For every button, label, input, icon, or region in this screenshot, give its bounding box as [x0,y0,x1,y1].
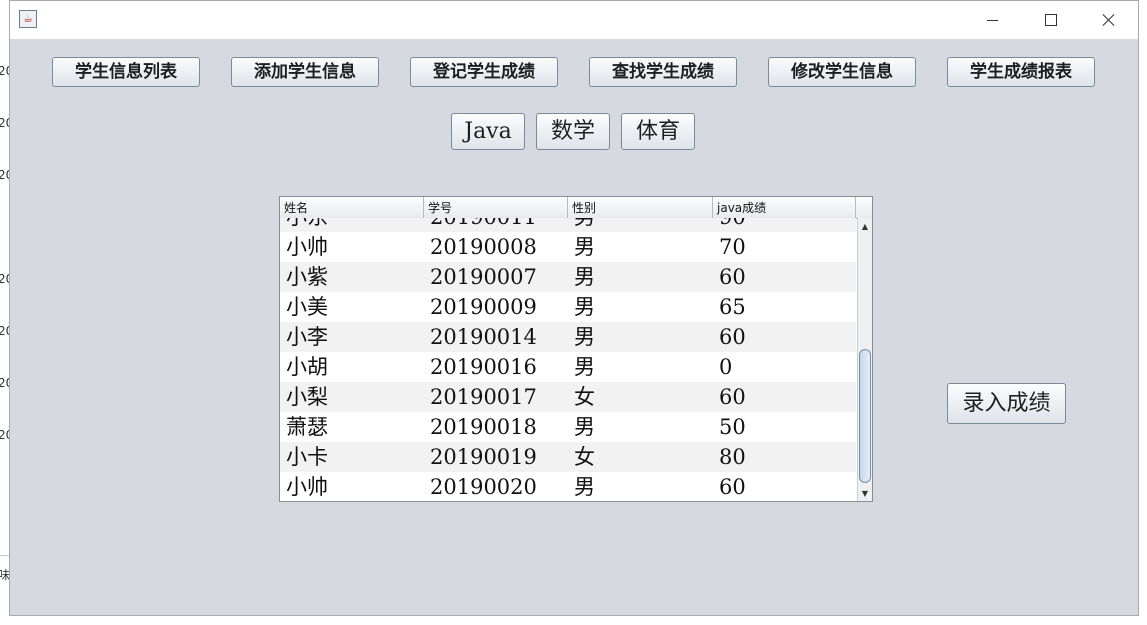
register-scores-button[interactable]: 登记学生成绩 [410,57,558,87]
table-rows: 小东20190011男90小帅20190008男70小紫20190007男60小… [280,218,856,501]
maximize-icon [1045,14,1057,26]
app-window: ☕ 学生信息列表 添加学生信息 登记学生成绩 查找学生成绩 修改学生信息 学生成… [9,0,1139,616]
cell-gender[interactable]: 男 [568,472,713,501]
cell-name[interactable]: 小李 [280,322,424,352]
cell-student-id[interactable]: 20190018 [424,412,568,442]
cell-java-score[interactable]: 60 [713,382,856,412]
cell-student-id[interactable]: 20190007 [424,262,568,292]
student-list-button[interactable]: 学生信息列表 [52,57,200,87]
cell-java-score[interactable]: 60 [713,262,856,292]
cell-student-id[interactable]: 20190016 [424,352,568,382]
cell-gender[interactable]: 男 [568,322,713,352]
cell-name[interactable]: 小美 [280,292,424,322]
maximize-button[interactable] [1029,7,1073,33]
java-cup-icon[interactable]: ☕ [19,10,37,28]
cell-gender[interactable]: 女 [568,442,713,472]
table-row[interactable]: 小李 20190014 男 60 [280,322,856,352]
cell-java-score[interactable]: 50 [713,412,856,442]
vertical-scrollbar[interactable]: ▲ ▼ [857,218,872,501]
table-row[interactable]: 小帅 20190020 男 60 [280,472,856,501]
score-table: 姓名 学号 性别 java成绩 小东20190011男90小帅20190008男… [279,196,873,502]
edit-student-button[interactable]: 修改学生信息 [768,57,916,87]
cell-java-score[interactable]: 90 [713,218,856,232]
table-row[interactable]: 小梨 20190017 女 60 [280,382,856,412]
arrow-up-icon[interactable]: ▲ [858,219,872,233]
minimize-icon [986,19,998,21]
close-icon [1102,13,1116,27]
table-row[interactable]: 小胡 20190016 男 0 [280,352,856,382]
cell-name[interactable]: 小梨 [280,382,424,412]
column-header-gender[interactable]: 性别 [568,197,713,218]
score-report-button[interactable]: 学生成绩报表 [947,57,1095,87]
subject-math-button[interactable]: 数学 [536,113,610,150]
column-header-id[interactable]: 学号 [424,197,568,218]
cell-name[interactable]: 小帅 [280,472,424,501]
scrollbar-thumb[interactable] [859,349,871,483]
cell-java-score[interactable]: 70 [713,232,856,262]
cell-student-id[interactable]: 20190014 [424,322,568,352]
cell-java-score[interactable]: 60 [713,322,856,352]
table-row[interactable]: 小东20190011男90 [280,218,856,232]
cell-student-id[interactable]: 20190020 [424,472,568,501]
close-button[interactable] [1087,7,1131,33]
cell-name[interactable]: 小帅 [280,232,424,262]
cell-student-id[interactable]: 20190017 [424,382,568,412]
cell-java-score[interactable]: 65 [713,292,856,322]
cell-name[interactable]: 小胡 [280,352,424,382]
cell-gender[interactable]: 男 [568,292,713,322]
table-row[interactable]: 小卡 20190019 女 80 [280,442,856,472]
table-row[interactable]: 萧瑟 20190018 男 50 [280,412,856,442]
table-body: 小东20190011男90小帅20190008男70小紫20190007男60小… [280,218,856,501]
subject-pe-button[interactable]: 体育 [621,113,695,150]
column-header-java-score[interactable]: java成绩 [713,197,856,218]
cell-gender[interactable]: 男 [568,352,713,382]
cell-student-id[interactable]: 20190019 [424,442,568,472]
table-row[interactable]: 小帅 20190008 男 70 [280,232,856,262]
cell-gender[interactable]: 男 [568,262,713,292]
cell-name[interactable]: 小东 [280,218,424,232]
cell-java-score[interactable]: 80 [713,442,856,472]
title-bar[interactable]: ☕ [10,1,1138,39]
header-corner [856,197,872,218]
cell-name[interactable]: 萧瑟 [280,412,424,442]
add-student-button[interactable]: 添加学生信息 [231,57,379,87]
table-header: 姓名 学号 性别 java成绩 [280,197,872,219]
cell-name[interactable]: 小紫 [280,262,424,292]
subject-java-button[interactable]: Java [451,113,525,150]
cell-gender[interactable]: 女 [568,382,713,412]
cell-student-id[interactable]: 20190009 [424,292,568,322]
search-scores-button[interactable]: 查找学生成绩 [589,57,737,87]
table-row[interactable]: 小紫 20190007 男 60 [280,262,856,292]
cell-name[interactable]: 小卡 [280,442,424,472]
arrow-down-icon[interactable]: ▼ [858,486,872,500]
cell-student-id[interactable]: 20190008 [424,232,568,262]
cell-java-score[interactable]: 60 [713,472,856,501]
cell-student-id[interactable]: 20190011 [424,218,568,232]
cell-gender[interactable]: 男 [568,412,713,442]
record-score-button[interactable]: 录入成绩 [947,383,1066,424]
table-row[interactable]: 小美 20190009 男 65 [280,292,856,322]
minimize-button[interactable] [970,7,1014,33]
cell-gender[interactable]: 男 [568,218,713,232]
column-header-name[interactable]: 姓名 [280,197,424,218]
cell-gender[interactable]: 男 [568,232,713,262]
cell-java-score[interactable]: 0 [713,352,856,382]
